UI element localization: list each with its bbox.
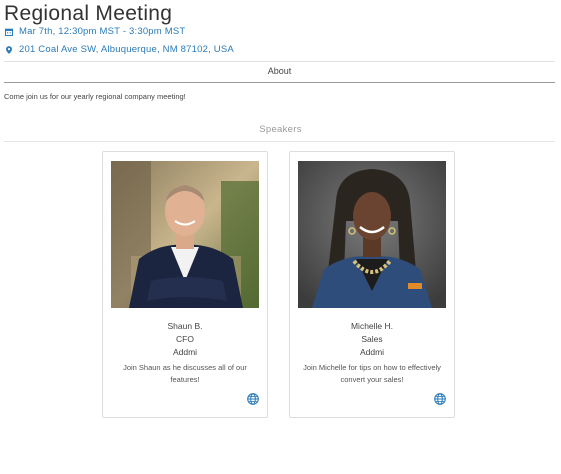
globe-icon[interactable] bbox=[247, 392, 259, 405]
speaker-card: Shaun B. CFO Addmi Join Shaun as he disc… bbox=[102, 151, 268, 418]
event-address-row: 201 Coal Ave SW, Albuquerque, NM 87102, … bbox=[5, 44, 234, 55]
speaker-bio: Join Shaun as he discusses all of our fe… bbox=[123, 363, 247, 384]
speaker-photo bbox=[298, 161, 446, 308]
speaker-name: Michelle H. bbox=[350, 321, 394, 331]
event-date-row: Mar 7th, 12:30pm MST - 3:30pm MST bbox=[5, 26, 185, 37]
speaker-card: Michelle H. Sales Addmi Join Michelle fo… bbox=[289, 151, 455, 418]
about-tab-label: About bbox=[267, 66, 292, 76]
speakers-heading: Speakers bbox=[259, 124, 302, 135]
event-date-time: Mar 7th, 12:30pm MST - 3:30pm MST bbox=[19, 26, 186, 37]
speaker-company: Addmi bbox=[172, 347, 198, 357]
speaker-role: Sales bbox=[361, 334, 383, 344]
event-title: Regional Meeting bbox=[4, 2, 173, 25]
event-description: Come join us for our yearly regional com… bbox=[4, 92, 186, 101]
map-pin-icon bbox=[5, 45, 13, 54]
speaker-bio: Join Michelle for tips on how to effecti… bbox=[303, 363, 441, 384]
calendar-icon bbox=[5, 28, 13, 36]
speaker-photo bbox=[111, 161, 259, 308]
globe-icon[interactable] bbox=[434, 392, 446, 405]
speaker-role: CFO bbox=[176, 334, 194, 344]
event-address[interactable]: 201 Coal Ave SW, Albuquerque, NM 87102, … bbox=[19, 44, 234, 55]
speaker-name: Shaun B. bbox=[167, 321, 203, 331]
speakers-divider bbox=[4, 141, 555, 142]
speaker-company: Addmi bbox=[359, 347, 385, 357]
about-tab[interactable]: About bbox=[4, 61, 555, 83]
